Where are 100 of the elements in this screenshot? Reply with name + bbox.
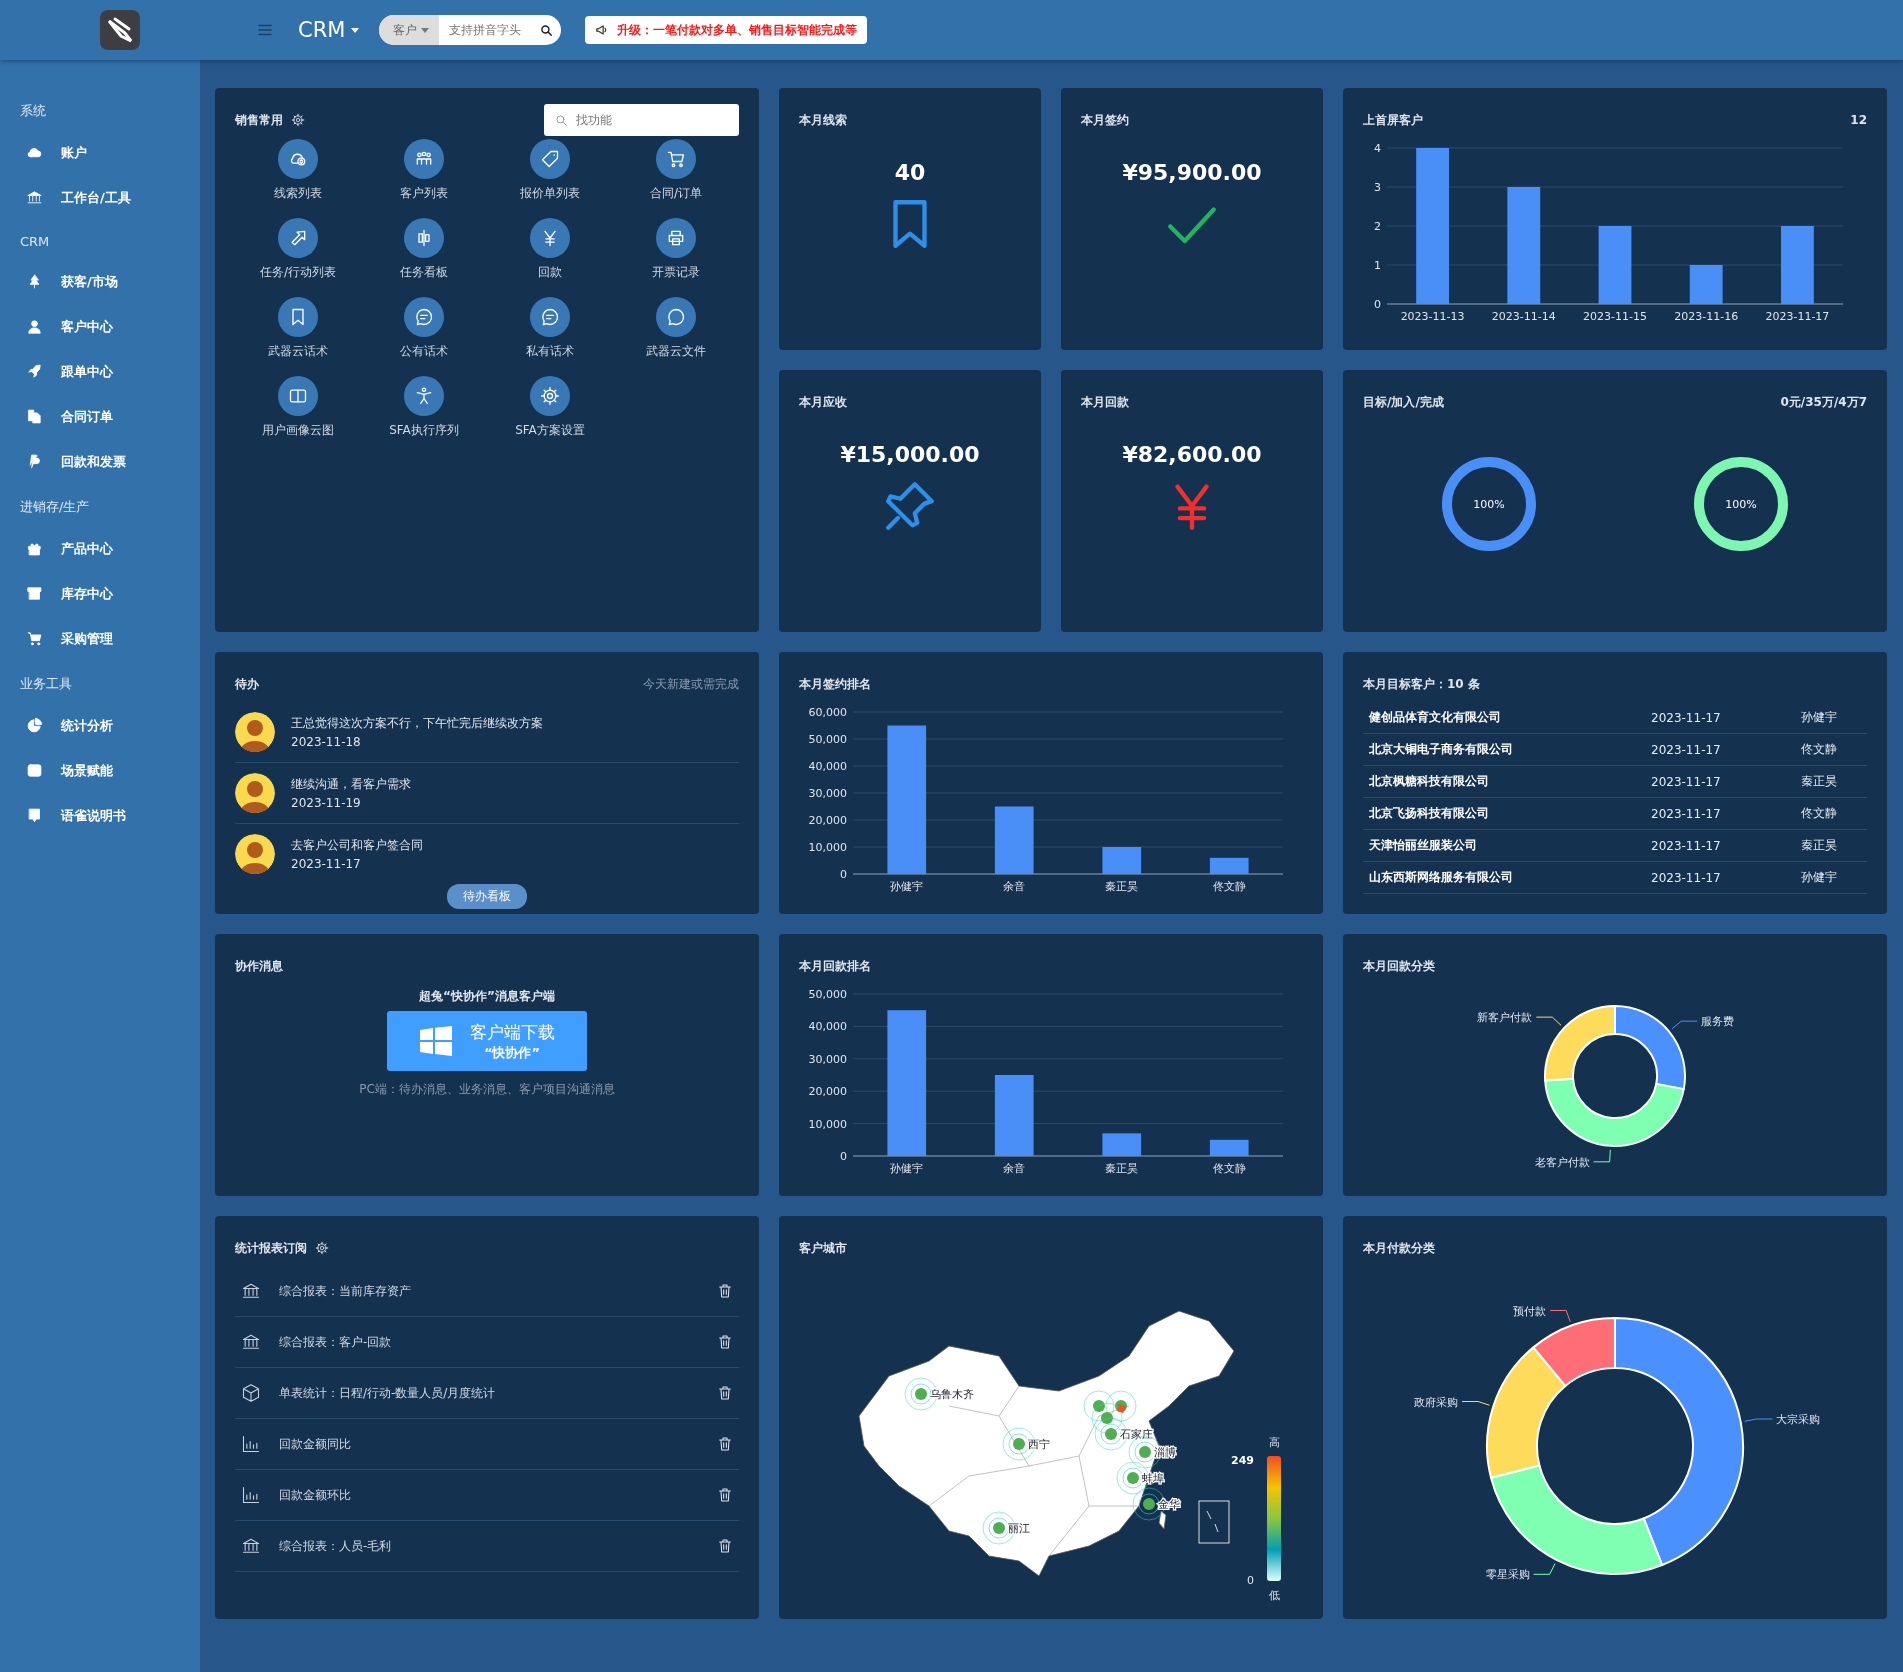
- sidebar-item[interactable]: 采购管理: [0, 616, 200, 661]
- avatar-icon: [235, 773, 275, 813]
- settings-button[interactable]: [291, 113, 305, 127]
- axis-label: 40,000: [808, 760, 847, 773]
- person-icon: [26, 318, 43, 335]
- report-name[interactable]: 综合报表：客户-回款: [279, 1333, 699, 1351]
- leader-line: [1549, 1310, 1571, 1323]
- shortcut-button[interactable]: 武器云话术: [235, 296, 361, 361]
- report-name[interactable]: 单表统计：日程/行动-数量人员/月度统计: [279, 1384, 699, 1402]
- shortcut-button[interactable]: 私有话术: [487, 296, 613, 361]
- table-cell-text: 2023-11-17: [1651, 742, 1722, 757]
- leader-line: [1744, 1418, 1773, 1422]
- settings-button[interactable]: [315, 1241, 329, 1255]
- shortcut-button[interactable]: 用户画像云图: [235, 375, 361, 440]
- table-cell-text: 2023-11-17: [1651, 870, 1722, 885]
- filter-link[interactable]: 今天新建或需完成: [643, 675, 739, 693]
- delete-button[interactable]: [717, 1538, 733, 1554]
- city-label: 西宁: [1028, 1438, 1050, 1451]
- sidebar-item[interactable]: 工作台/工具: [0, 175, 200, 220]
- table-cell-text: 佟文静: [1801, 741, 1838, 758]
- shortcut-button[interactable]: 报价单列表: [487, 138, 613, 203]
- shortcut-button[interactable]: 公有话术: [361, 296, 487, 361]
- shortcut-button[interactable]: SFA执行序列: [361, 375, 487, 440]
- shortcut-button[interactable]: 线索列表: [235, 138, 361, 203]
- todo-text: 继续沟通，看客户需求: [291, 776, 411, 793]
- delete-button[interactable]: [717, 1334, 733, 1350]
- axis-label: 2: [1374, 220, 1381, 233]
- chat-icon: [656, 297, 696, 337]
- bar: [994, 806, 1034, 874]
- sidebar-item[interactable]: 产品中心: [0, 526, 200, 571]
- sidebar-item[interactable]: 账户: [0, 130, 200, 175]
- trash-icon: [717, 1487, 733, 1503]
- leader-line: [1461, 1401, 1490, 1406]
- shortcut-button[interactable]: 合同/订单: [613, 138, 739, 203]
- card-title: 本月付款分类: [1363, 1239, 1435, 1257]
- table-cell-text: 孙健宇: [1801, 869, 1838, 886]
- notice-banner[interactable]: 升级：一笔付款对多单、销售目标智能完成等: [585, 16, 868, 44]
- table-cell-text: 秦正昊: [1801, 837, 1838, 854]
- axis-label: 4: [1374, 142, 1381, 155]
- report-name[interactable]: 回款金额环比: [279, 1486, 699, 1504]
- delete-button[interactable]: [717, 1385, 733, 1401]
- shortcut-button[interactable]: 武器云文件: [613, 296, 739, 361]
- segment-label: 老客户付款: [1534, 1155, 1590, 1169]
- bar-chart-icon: [241, 1485, 261, 1505]
- bar: [1209, 857, 1249, 874]
- segment-label: 政府采购: [1414, 1395, 1459, 1409]
- highlight-marker: [1117, 1404, 1126, 1413]
- axis-label: 60,000: [808, 706, 847, 719]
- scope-dropdown[interactable]: 客户: [379, 15, 440, 45]
- sidebar-item[interactable]: 场景赋能: [0, 748, 200, 793]
- app-menu[interactable]: CRM: [292, 17, 366, 43]
- bank-icon: [26, 189, 43, 206]
- leader-line: [1671, 1020, 1698, 1030]
- shortcut-button[interactable]: 任务/行动列表: [235, 217, 361, 282]
- report-name[interactable]: 综合报表：当前库存资产: [279, 1282, 699, 1300]
- shortcut-button[interactable]: SFA方案设置: [487, 375, 613, 440]
- card-title: 销售常用: [235, 111, 283, 129]
- legend-label: 低: [1268, 1589, 1280, 1602]
- sidebar-item[interactable]: 统计分析: [0, 703, 200, 748]
- shortcut-button[interactable]: 客户列表: [361, 138, 487, 203]
- shortcut-button[interactable]: 任务看板: [361, 217, 487, 282]
- report-name[interactable]: 综合报表：人员-毛利: [279, 1537, 699, 1555]
- todo-text: 去客户公司和客户签合同: [291, 837, 423, 854]
- shortcut-button[interactable]: 开票记录: [613, 217, 739, 282]
- segment-label: 大宗采购: [1776, 1413, 1821, 1426]
- sidebar-item[interactable]: 回款和发票: [0, 439, 200, 484]
- axis-label: 30,000: [808, 787, 847, 800]
- delete-button[interactable]: [717, 1487, 733, 1503]
- delete-button[interactable]: [717, 1283, 733, 1299]
- sidebar-section-title: CRM: [19, 233, 51, 251]
- card-title: 目标/加入/完成: [1363, 393, 1444, 411]
- cube-icon: [241, 1383, 261, 1403]
- card-title: 本月应收: [799, 393, 847, 411]
- gear-icon: [530, 376, 570, 416]
- gear-icon: [315, 1241, 329, 1255]
- card-title: 待办: [235, 675, 259, 693]
- axis-label: 佟文静: [1212, 880, 1246, 893]
- yen-icon: [530, 218, 570, 258]
- shortcut-button[interactable]: 回款: [487, 217, 613, 282]
- delete-button[interactable]: [717, 1436, 733, 1452]
- report-name[interactable]: 回款金额同比: [279, 1435, 699, 1453]
- cloud-icon: [278, 139, 318, 179]
- sidebar-item[interactable]: 跟单中心: [0, 349, 200, 394]
- sidebar-item[interactable]: 语雀说明书: [0, 793, 200, 838]
- axis-label: 余音: [1003, 880, 1026, 893]
- search-bar[interactable]: 客户 支持拼音字头: [379, 15, 562, 45]
- caret-icon: [351, 27, 360, 33]
- sidebar-item[interactable]: 合同订单: [0, 394, 200, 439]
- table-cell-text: 北京大铜电子商务有限公司: [1369, 741, 1514, 758]
- search-icon: [539, 23, 554, 37]
- stat-value: ¥95,900.00: [1122, 160, 1262, 185]
- legend-min: 0: [1247, 1574, 1254, 1587]
- sidebar-item[interactable]: 获客/市场: [0, 259, 200, 304]
- app-logo[interactable]: [100, 10, 140, 50]
- axis-label: 3: [1374, 181, 1381, 194]
- sidebar-item[interactable]: 库存中心: [0, 571, 200, 616]
- notice-text[interactable]: 升级：一笔付款对多单、销售目标智能完成等: [617, 21, 858, 39]
- sidebar-item[interactable]: 客户中心: [0, 304, 200, 349]
- gauge-label: 100%: [1725, 498, 1757, 511]
- function-search-field[interactable]: 找功能: [544, 104, 739, 136]
